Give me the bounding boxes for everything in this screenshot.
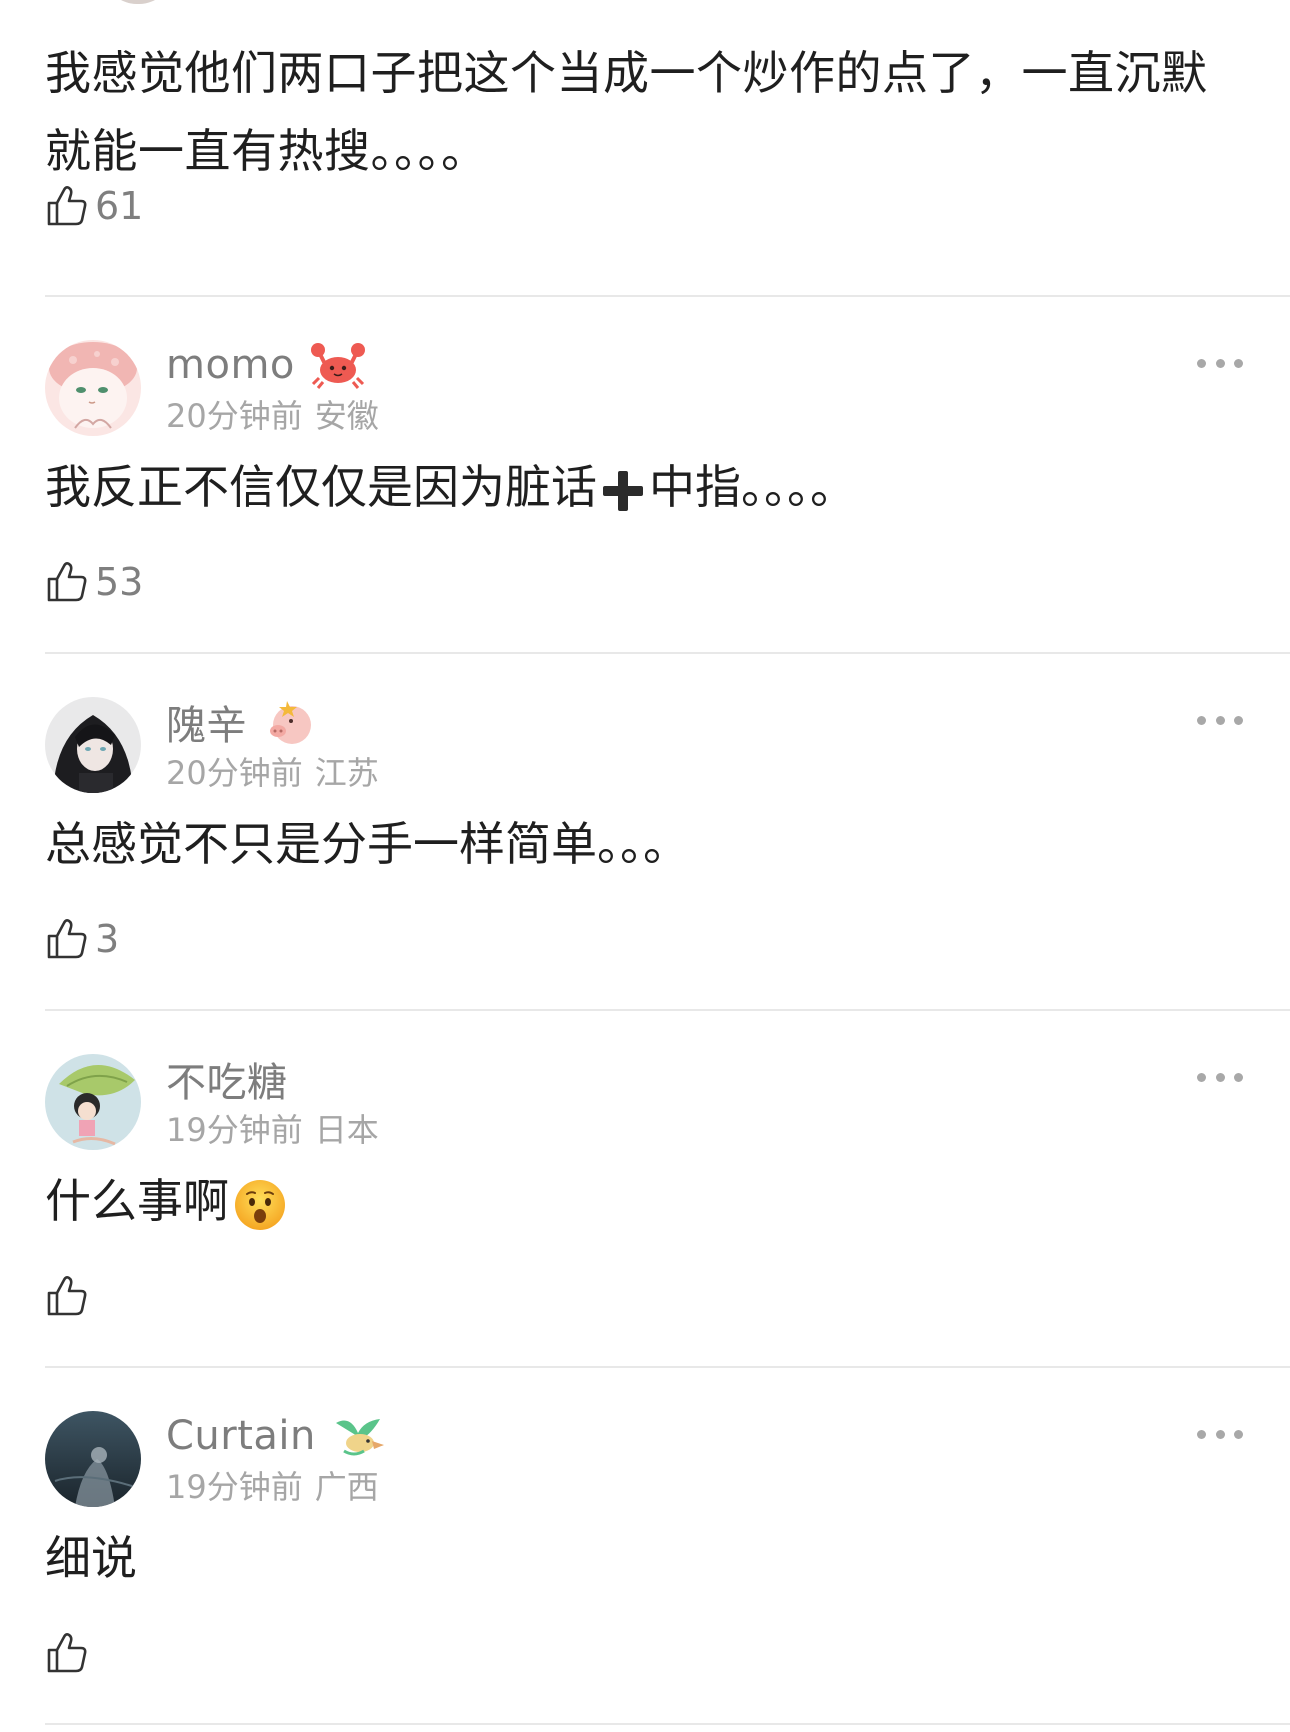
comment-text: 我反正不信仅仅是因为脏话 中指。。。。 [45,460,856,514]
comment-meta: 19分钟前 广西 [166,1467,379,1507]
more-dot [1234,1429,1243,1439]
heavy-plus-icon [603,470,643,511]
location: 日本 [314,1111,379,1149]
comment-meta: 19分钟前 日本 [166,1110,379,1150]
username[interactable]: Curtain [166,1411,388,1461]
surprised-face-icon [235,1179,285,1230]
more-dot [1215,1429,1225,1439]
more-dot [1234,715,1243,725]
like-button[interactable]: 3 [45,915,119,963]
like-button[interactable]: 53 [45,558,143,606]
more-dot [1215,715,1225,725]
like-count: 53 [95,560,144,604]
bird-badge-icon [335,1419,384,1456]
pig-badge-icon [270,701,311,744]
location: 广西 [314,1468,379,1506]
more-options-button[interactable] [1197,1427,1243,1441]
comment-item: 隗辛 20分钟前 江苏 总感觉不只是分手一样简单。。。 3 [45,697,1290,1052]
thumbs-up-icon [47,1633,87,1673]
timestamp: 20分钟前 [166,754,303,792]
more-dot [1215,358,1225,368]
comment-text: 我感觉他们两口子把这个当成一个炒作的点了，一直沉默就能一直有热搜。。。。 [45,46,1208,178]
like-button[interactable] [45,1629,95,1677]
timestamp: 19分钟前 [166,1111,303,1149]
more-dot [1197,715,1206,725]
username[interactable]: 隗辛 [166,697,319,749]
avatar[interactable] [45,340,141,436]
more-dot [1197,358,1206,368]
more-dot [1234,358,1243,368]
divider [45,1366,1290,1368]
more-dot [1197,1429,1206,1439]
location: 江苏 [314,754,379,792]
more-options-button[interactable] [1197,1070,1243,1084]
comment-item: momo 20分钟前 安徽 我反正不信仅仅是因为脏话 中指。。。。 53 [45,340,1290,695]
avatar[interactable] [45,1054,141,1150]
thumbs-up-icon [47,919,87,959]
thumbs-up-icon [47,186,87,226]
thumbs-up-icon [47,1276,87,1316]
comment-item: 不吃糖 19分钟前 日本 什么事啊 [45,1054,1290,1409]
like-button[interactable] [45,1272,95,1320]
location: 安徽 [314,397,379,435]
thumbs-up-icon [47,562,87,602]
divider [45,652,1290,654]
more-dot [1234,1072,1243,1082]
divider [45,1723,1290,1725]
like-button[interactable]: 61 [45,182,143,230]
comment-text: 什么事啊 [45,1166,291,1236]
like-count: 61 [95,184,144,228]
avatar[interactable] [45,697,141,793]
avatar[interactable] [103,0,173,4]
divider [45,1009,1290,1011]
username[interactable]: momo [166,340,367,390]
more-dot [1197,1072,1206,1082]
comment-item: 我感觉他们两口子把这个当成一个炒作的点了，一直沉默就能一直有热搜。。。。 61 [45,0,1245,296]
like-count: 3 [95,917,120,961]
more-options-button[interactable] [1197,356,1243,370]
avatar[interactable] [45,1411,141,1507]
username[interactable]: 不吃糖 [166,1054,288,1106]
comment-list: 我感觉他们两口子把这个当成一个炒作的点了，一直沉默就能一直有热搜。。。。 61 [0,0,1290,1732]
timestamp: 19分钟前 [166,1468,303,1506]
comment-item: Curtain 19分钟前 广西 细说 [45,1411,1290,1732]
comment-text: 总感觉不只是分手一样简单。。。 [45,817,689,871]
more-dot [1215,1072,1225,1082]
comment-meta: 20分钟前 江苏 [166,753,379,793]
timestamp: 20分钟前 [166,397,303,435]
comment-text: 细说 [45,1531,137,1585]
crab-badge-icon [310,343,365,389]
divider [45,295,1290,297]
more-options-button[interactable] [1197,713,1243,727]
comment-meta: 20分钟前 安徽 [166,396,379,436]
